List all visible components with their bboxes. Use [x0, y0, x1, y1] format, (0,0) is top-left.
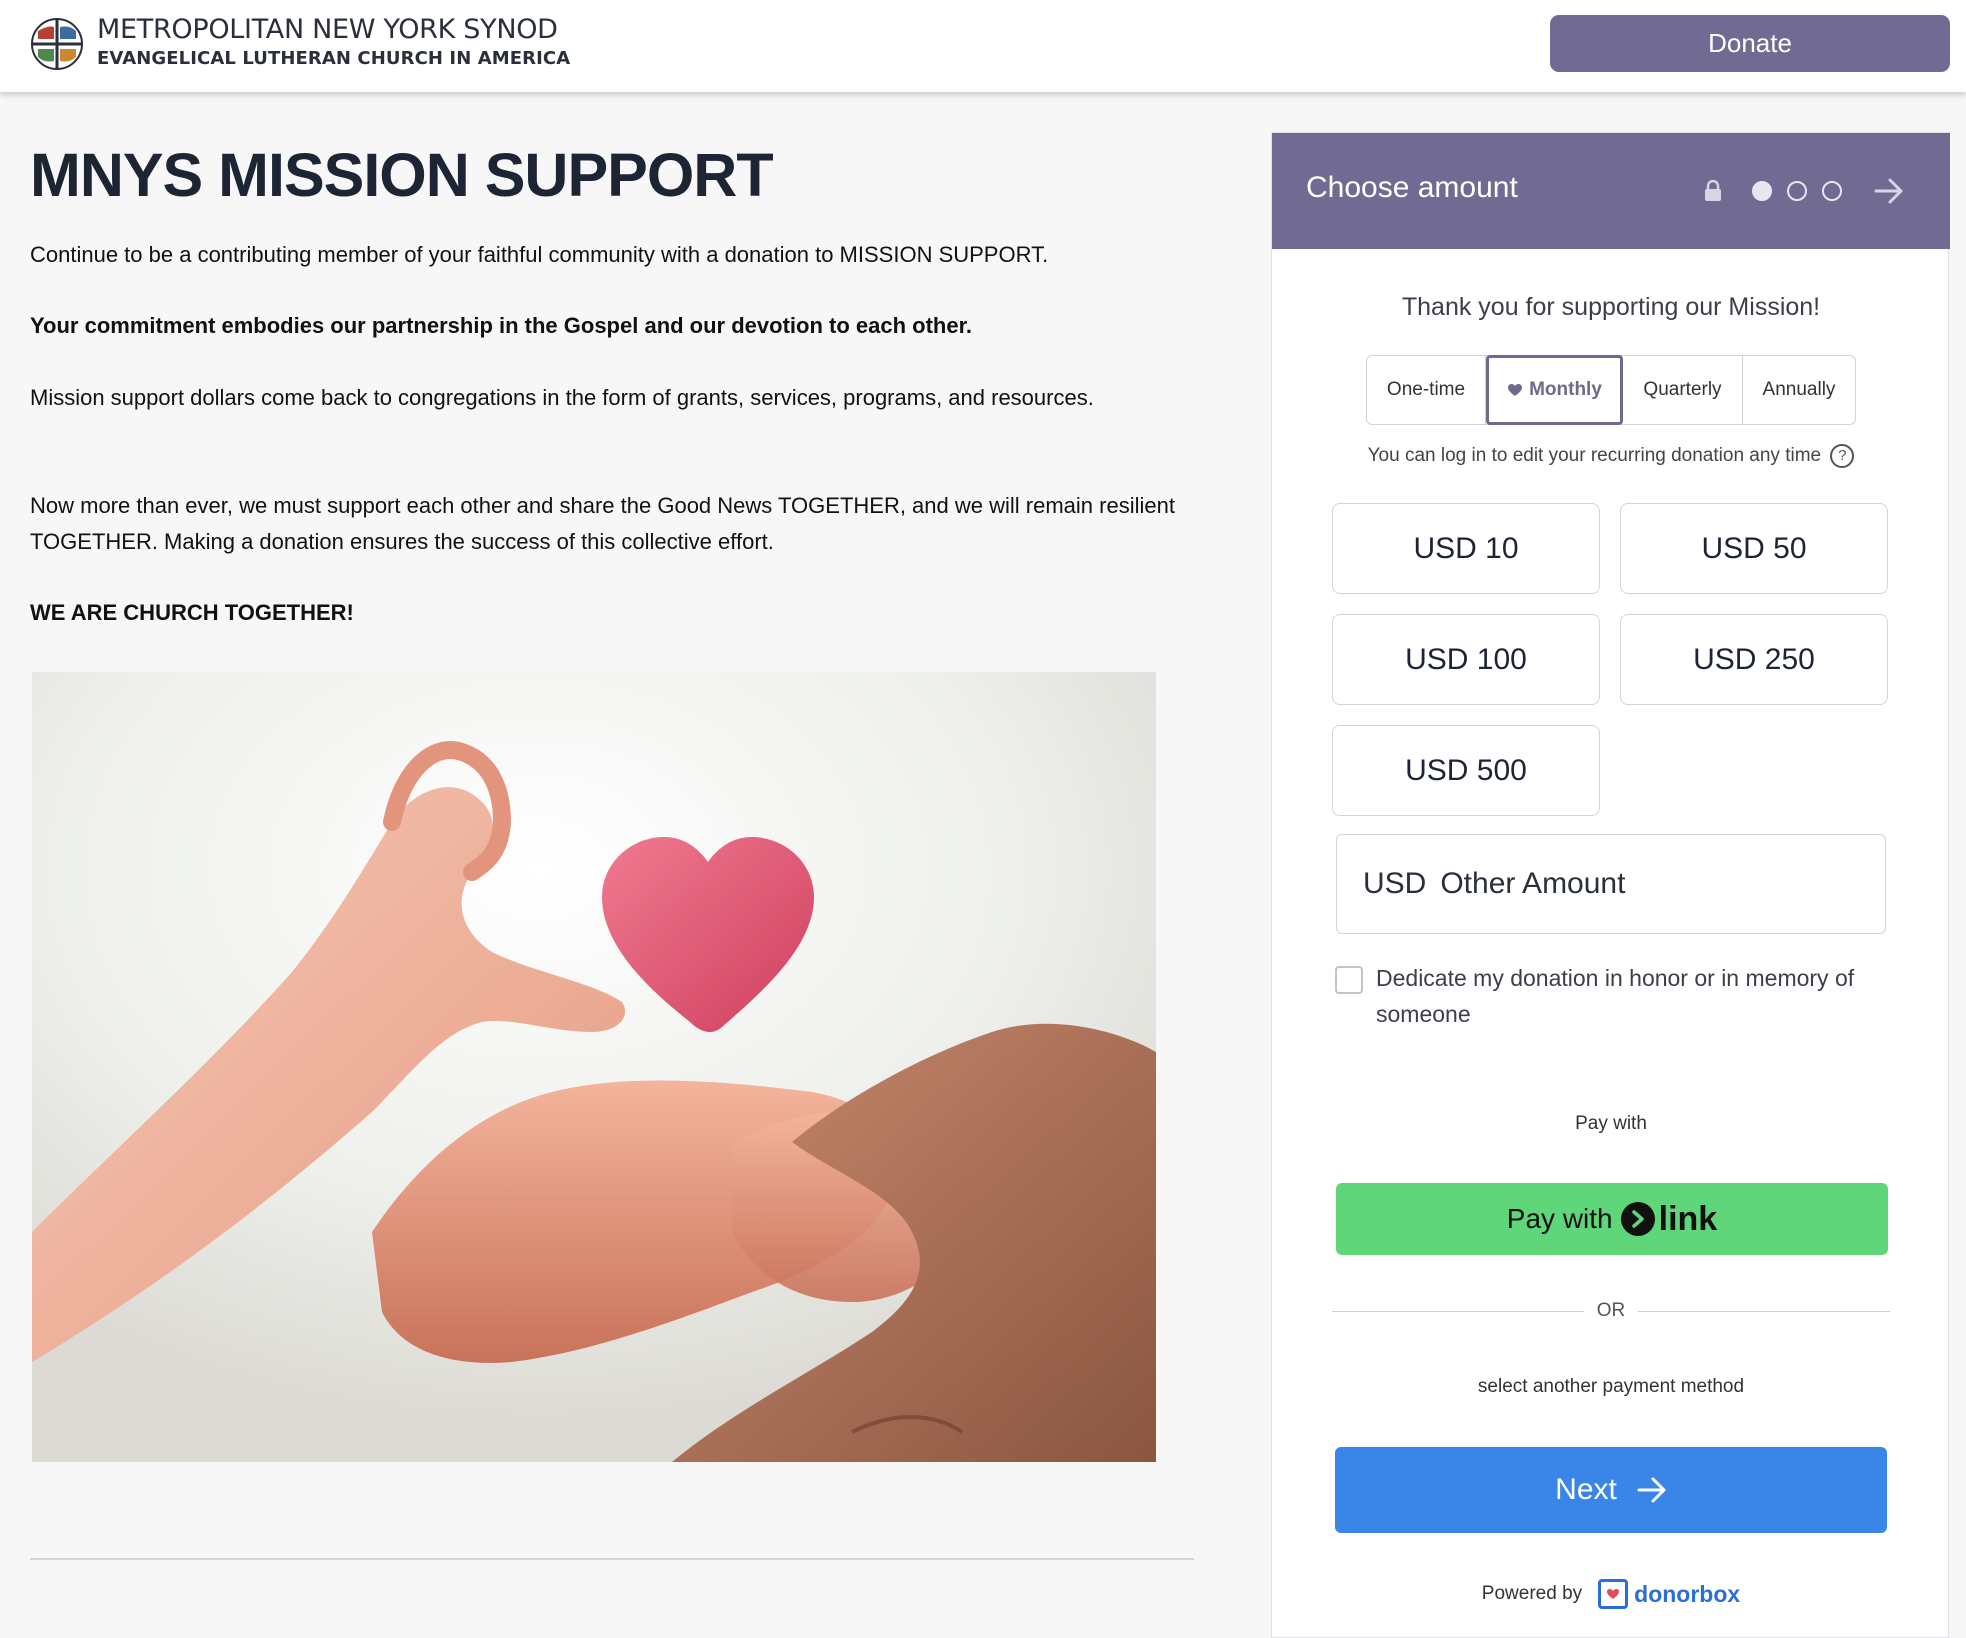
together-paragraph: Now more than ever, we must support each…: [30, 493, 1175, 554]
lock-icon: [1705, 180, 1721, 201]
frequency-label: Quarterly: [1643, 379, 1722, 400]
or-divider: OR: [1332, 1296, 1890, 1326]
donation-widget: Choose amount Thank you for supporting o…: [1271, 132, 1950, 1638]
thank-you-message: Thank you for supporting our Mission!: [1401, 293, 1821, 321]
frequency-monthly[interactable]: Monthly: [1486, 355, 1623, 425]
link-logo: link: [1620, 1199, 1718, 1239]
donorbox-brand-text: donorbox: [1634, 1580, 1741, 1607]
amount-option[interactable]: USD 250: [1620, 614, 1888, 705]
step-indicator-1: [1752, 181, 1772, 201]
amount-option[interactable]: USD 50: [1620, 503, 1888, 594]
donorbox-box-icon: [1598, 1579, 1629, 1609]
link-brand-text: link: [1658, 1199, 1718, 1238]
hero-image: [32, 672, 1156, 1462]
frequency-quarterly[interactable]: Quarterly: [1623, 356, 1743, 424]
pay-with-link-button[interactable]: Pay with link: [1336, 1183, 1888, 1255]
another-payment-method-label: select another payment method: [1477, 1376, 1745, 1397]
frequency-label: Monthly: [1529, 379, 1602, 400]
header-donate-button[interactable]: Donate: [1550, 15, 1950, 72]
currency-label: USD: [1363, 867, 1427, 900]
or-text: OR: [1596, 1300, 1626, 1321]
heart-icon: [1508, 384, 1523, 396]
org-subtitle: EVANGELICAL LUTHERAN CHURCH IN AMERICA: [97, 48, 571, 69]
content-divider: [30, 1558, 1194, 1560]
pay-with-label: Pay with: [1575, 1113, 1647, 1134]
frequency-label: Annually: [1762, 379, 1836, 400]
frequency-label: One-time: [1386, 379, 1466, 400]
help-icon[interactable]: ?: [1830, 444, 1855, 468]
link-chevron-icon: [1620, 1202, 1655, 1236]
step-indicator-2: [1787, 181, 1807, 201]
step-title: Choose amount: [1306, 171, 1518, 204]
org-name: METROPOLITAN NEW YORK SYNOD: [97, 14, 558, 45]
hands-heart-illustration: [32, 672, 1156, 1462]
next-label: Next: [1555, 1473, 1617, 1506]
amount-option[interactable]: USD 500: [1332, 725, 1600, 816]
site-header: METROPOLITAN NEW YORK SYNOD EVANGELICAL …: [0, 0, 1966, 92]
link-button-prefix: Pay with: [1506, 1203, 1613, 1234]
arrow-right-icon: [1637, 1477, 1666, 1503]
widget-header: Choose amount: [1272, 133, 1950, 249]
frequency-one-time[interactable]: One-time: [1367, 356, 1486, 424]
elca-logo-icon[interactable]: [30, 17, 84, 71]
page-title: MNYS MISSION SUPPORT: [30, 141, 774, 209]
powered-by: Powered by donorbox: [1272, 1579, 1950, 1609]
powered-by-label: Powered by: [1481, 1583, 1583, 1604]
other-amount-input[interactable]: USD Other Amount: [1336, 834, 1886, 934]
frequency-annually[interactable]: Annually: [1743, 356, 1855, 424]
dedicate-checkbox[interactable]: [1335, 966, 1363, 994]
other-amount-placeholder: Other Amount: [1440, 867, 1626, 900]
recurring-note-text: You can log in to edit your recurring do…: [1367, 445, 1822, 467]
support-paragraph: Mission support dollars come back to con…: [30, 385, 1094, 410]
frequency-selector: One-time Monthly Quarterly Annually: [1366, 355, 1856, 425]
amount-option[interactable]: USD 100: [1332, 614, 1600, 705]
donorbox-logo[interactable]: donorbox: [1598, 1579, 1740, 1609]
next-button[interactable]: Next: [1335, 1447, 1887, 1533]
dedicate-label[interactable]: Dedicate my donation in honor or in memo…: [1376, 960, 1916, 1032]
arrow-right-icon[interactable]: [1874, 177, 1904, 205]
recurring-note: You can log in to edit your recurring do…: [1272, 444, 1950, 468]
closing-paragraph: WE ARE CHURCH TOGETHER!: [30, 600, 354, 625]
commitment-paragraph: Your commitment embodies our partnership…: [30, 313, 973, 338]
intro-paragraph: Continue to be a contributing member of …: [30, 242, 1049, 267]
amount-option[interactable]: USD 10: [1332, 503, 1600, 594]
step-indicator-3: [1822, 181, 1842, 201]
